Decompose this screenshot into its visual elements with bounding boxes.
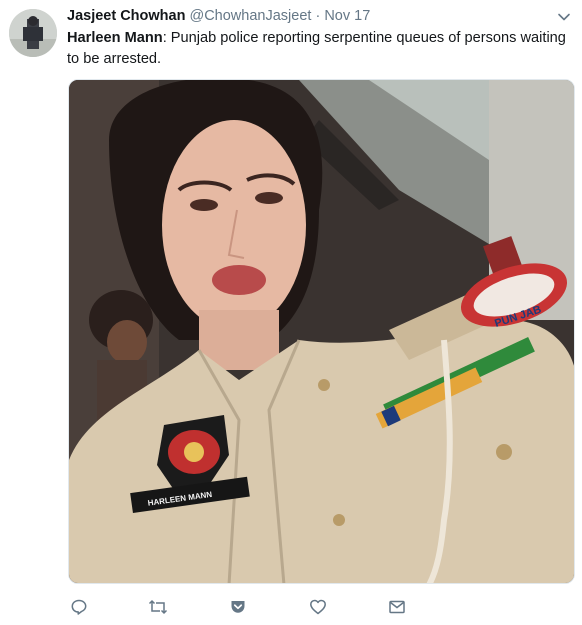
avatar[interactable] — [9, 9, 57, 57]
pocket-icon[interactable] — [227, 596, 249, 618]
retweet-icon[interactable] — [147, 596, 169, 618]
tweet-photo[interactable]: PUN JAB HARLEEN MANN — [68, 79, 575, 584]
tweet-header: Jasjeet Chowhan @ChowhanJasjeet · Nov 17 — [67, 8, 572, 28]
author-handle[interactable]: @ChowhanJasjeet — [189, 8, 311, 24]
reply-icon[interactable] — [68, 596, 90, 618]
tweet-text: Harleen Mann: Punjab police reporting se… — [67, 28, 572, 70]
author-name[interactable]: Jasjeet Chowhan — [67, 8, 185, 24]
separator-dot: · — [315, 8, 321, 24]
envelope-icon[interactable] — [386, 596, 408, 618]
avatar-photo — [9, 9, 57, 57]
tweet-timestamp[interactable]: Nov 17 — [324, 8, 370, 24]
mention-name[interactable]: Harleen Mann — [67, 30, 163, 46]
chevron-down-icon[interactable] — [556, 9, 572, 25]
tweet-actions — [68, 596, 428, 618]
officer-selfie-image: PUN JAB HARLEEN MANN — [69, 80, 574, 583]
heart-icon[interactable] — [307, 596, 329, 618]
